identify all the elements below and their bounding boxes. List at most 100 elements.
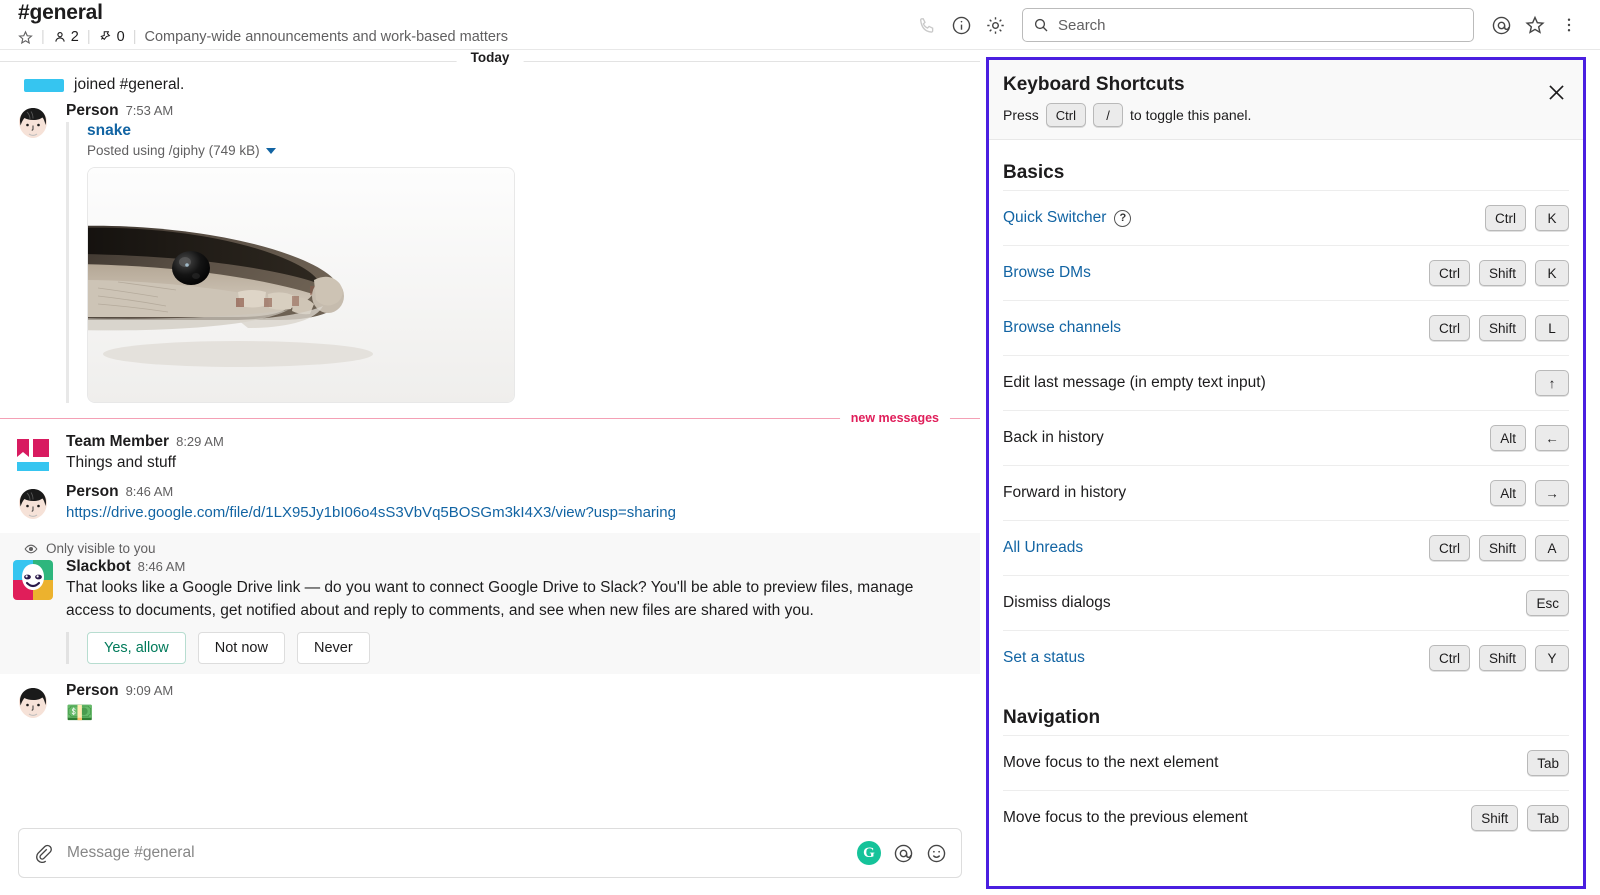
shortcut-label[interactable]: All Unreads (1003, 539, 1083, 557)
shortcut-label: Forward in history (1003, 484, 1126, 502)
join-message: joined #general. (0, 72, 980, 98)
kebab-menu-icon[interactable] (1552, 8, 1586, 42)
file-meta: Posted using /giphy (749 kB) (87, 143, 960, 158)
avatar-gutter (0, 102, 66, 403)
info-icon[interactable] (944, 8, 978, 42)
kbd-slash: / (1093, 103, 1123, 127)
composer-icons: G (857, 841, 947, 865)
not-now-button[interactable]: Not now (198, 632, 285, 664)
slack-window: #general | 2 | (0, 0, 1600, 895)
shortcut-label: Back in history (1003, 429, 1104, 447)
shortcut-label-text: Set a status (1003, 649, 1085, 667)
joined-user-chip (24, 79, 64, 92)
shortcut-row: Browse channelsCtrlShiftL (1003, 300, 1569, 355)
avatar[interactable] (13, 485, 53, 525)
channel-meta: | 2 | 0 (18, 28, 508, 46)
message-composer[interactable]: Message #general G (18, 828, 962, 878)
shortcut-label: Dismiss dialogs (1003, 594, 1111, 612)
divider: | (87, 28, 91, 46)
avatar[interactable] (13, 435, 53, 475)
header-toolbar: Search (910, 0, 1600, 42)
call-icon[interactable] (910, 8, 944, 42)
shortcut-label[interactable]: Quick Switcher? (1003, 209, 1131, 227)
file-attachment: snake Posted using /giphy (749 kB) (66, 122, 960, 403)
shortcut-row: Forward in history Alt→ (1003, 465, 1569, 520)
starred-items-icon[interactable] (1518, 8, 1552, 42)
shortcut-row: All UnreadsCtrlShiftA (1003, 520, 1569, 575)
close-icon[interactable] (1546, 82, 1567, 108)
channel-topic[interactable]: Company-wide announcements and work-base… (145, 28, 509, 46)
message-link: https://drive.google.com/file/d/1LX95Jy1… (66, 501, 960, 524)
avatar[interactable] (13, 104, 53, 144)
message-author[interactable]: Person (66, 102, 119, 120)
day-divider-label[interactable]: Today (457, 50, 524, 65)
file-name[interactable]: snake (87, 122, 960, 140)
new-messages-divider: new messages (0, 409, 980, 427)
day-divider: Today (0, 50, 980, 72)
message-author[interactable]: Slackbot (66, 558, 131, 576)
kbd-key: Tab (1527, 750, 1569, 776)
message-timestamp[interactable]: 8:29 AM (176, 434, 224, 449)
shortcut-label[interactable]: Browse channels (1003, 319, 1121, 337)
shortcut-label-text: Move focus to the previous element (1003, 809, 1248, 827)
kbd-key: Ctrl (1485, 205, 1526, 231)
message-author[interactable]: Person (66, 483, 119, 501)
members-icon (53, 30, 67, 44)
avatar[interactable] (13, 684, 53, 724)
subtitle-pre: Press (1003, 107, 1039, 123)
shortcut-row: Move focus to the previous element ShiftT… (1003, 790, 1569, 845)
pin-icon (99, 30, 113, 44)
message-timestamp[interactable]: 7:53 AM (126, 103, 174, 118)
google-drive-link[interactable]: https://drive.google.com/file/d/1LX95Jy1… (66, 504, 676, 521)
emoji-icon[interactable] (926, 843, 947, 864)
message-body: Person 7:53 AM snake Posted using /giphy… (66, 102, 980, 403)
message-author[interactable]: Person (66, 682, 119, 700)
shortcut-label-text: Edit last message (in empty text input) (1003, 374, 1266, 392)
yes-allow-button[interactable]: Yes, allow (87, 632, 186, 664)
kbd-key: K (1535, 205, 1569, 231)
message-item: Person 8:46 AM https://drive.google.com/… (0, 481, 980, 527)
never-button[interactable]: Never (297, 632, 370, 664)
shortcut-label: Edit last message (in empty text input) (1003, 374, 1266, 392)
shortcut-label-text: Dismiss dialogs (1003, 594, 1111, 612)
snake-image[interactable] (87, 167, 515, 403)
message-timestamp[interactable]: 8:46 AM (138, 559, 186, 574)
message-list[interactable]: Today joined #general. (0, 50, 980, 895)
panel-title: Keyboard Shortcuts (1003, 74, 1563, 96)
search-placeholder: Search (1058, 17, 1106, 34)
message-timestamp[interactable]: 8:46 AM (126, 484, 174, 499)
shortcut-keys: ↑ (1535, 370, 1569, 396)
new-messages-badge: new messages (840, 408, 950, 428)
shortcut-label: Move focus to the previous element (1003, 809, 1248, 827)
star-icon[interactable] (18, 30, 33, 45)
visibility-note: Only visible to you (0, 541, 980, 556)
pins-count[interactable]: 0 (99, 28, 125, 46)
message-author[interactable]: Team Member (66, 433, 169, 451)
kbd-key: Ctrl (1429, 260, 1470, 286)
kbd-key: K (1535, 260, 1569, 286)
message-header: Person 9:09 AM (66, 682, 960, 700)
shortcut-label[interactable]: Browse DMs (1003, 264, 1091, 282)
shortcut-label[interactable]: Set a status (1003, 649, 1085, 667)
panel-body[interactable]: BasicsQuick Switcher?CtrlKBrowse DMsCtrl… (989, 162, 1583, 845)
grammarly-icon[interactable]: G (857, 841, 881, 865)
channel-info: #general | 2 | (0, 0, 508, 46)
help-icon[interactable]: ? (1114, 210, 1131, 227)
gear-icon[interactable] (978, 8, 1012, 42)
paperclip-icon[interactable] (33, 843, 53, 863)
divider-line (0, 418, 980, 419)
shortcut-label-text: Forward in history (1003, 484, 1126, 502)
shortcut-keys: Ctrl K (1485, 205, 1569, 231)
composer-placeholder: Message #general (67, 844, 857, 862)
kbd-key: Shift (1479, 260, 1526, 286)
shortcut-keys: Alt→ (1490, 480, 1569, 506)
chevron-down-icon[interactable] (266, 148, 276, 154)
avatar[interactable] (13, 560, 53, 600)
mentions-icon[interactable] (1484, 8, 1518, 42)
shortcut-label-text: Move focus to the next element (1003, 754, 1218, 772)
mentions-icon[interactable] (893, 843, 914, 864)
shortcut-keys: ShiftTab (1471, 805, 1569, 831)
members-count[interactable]: 2 (53, 28, 79, 46)
search-input[interactable]: Search (1022, 8, 1474, 42)
message-timestamp[interactable]: 9:09 AM (126, 683, 174, 698)
